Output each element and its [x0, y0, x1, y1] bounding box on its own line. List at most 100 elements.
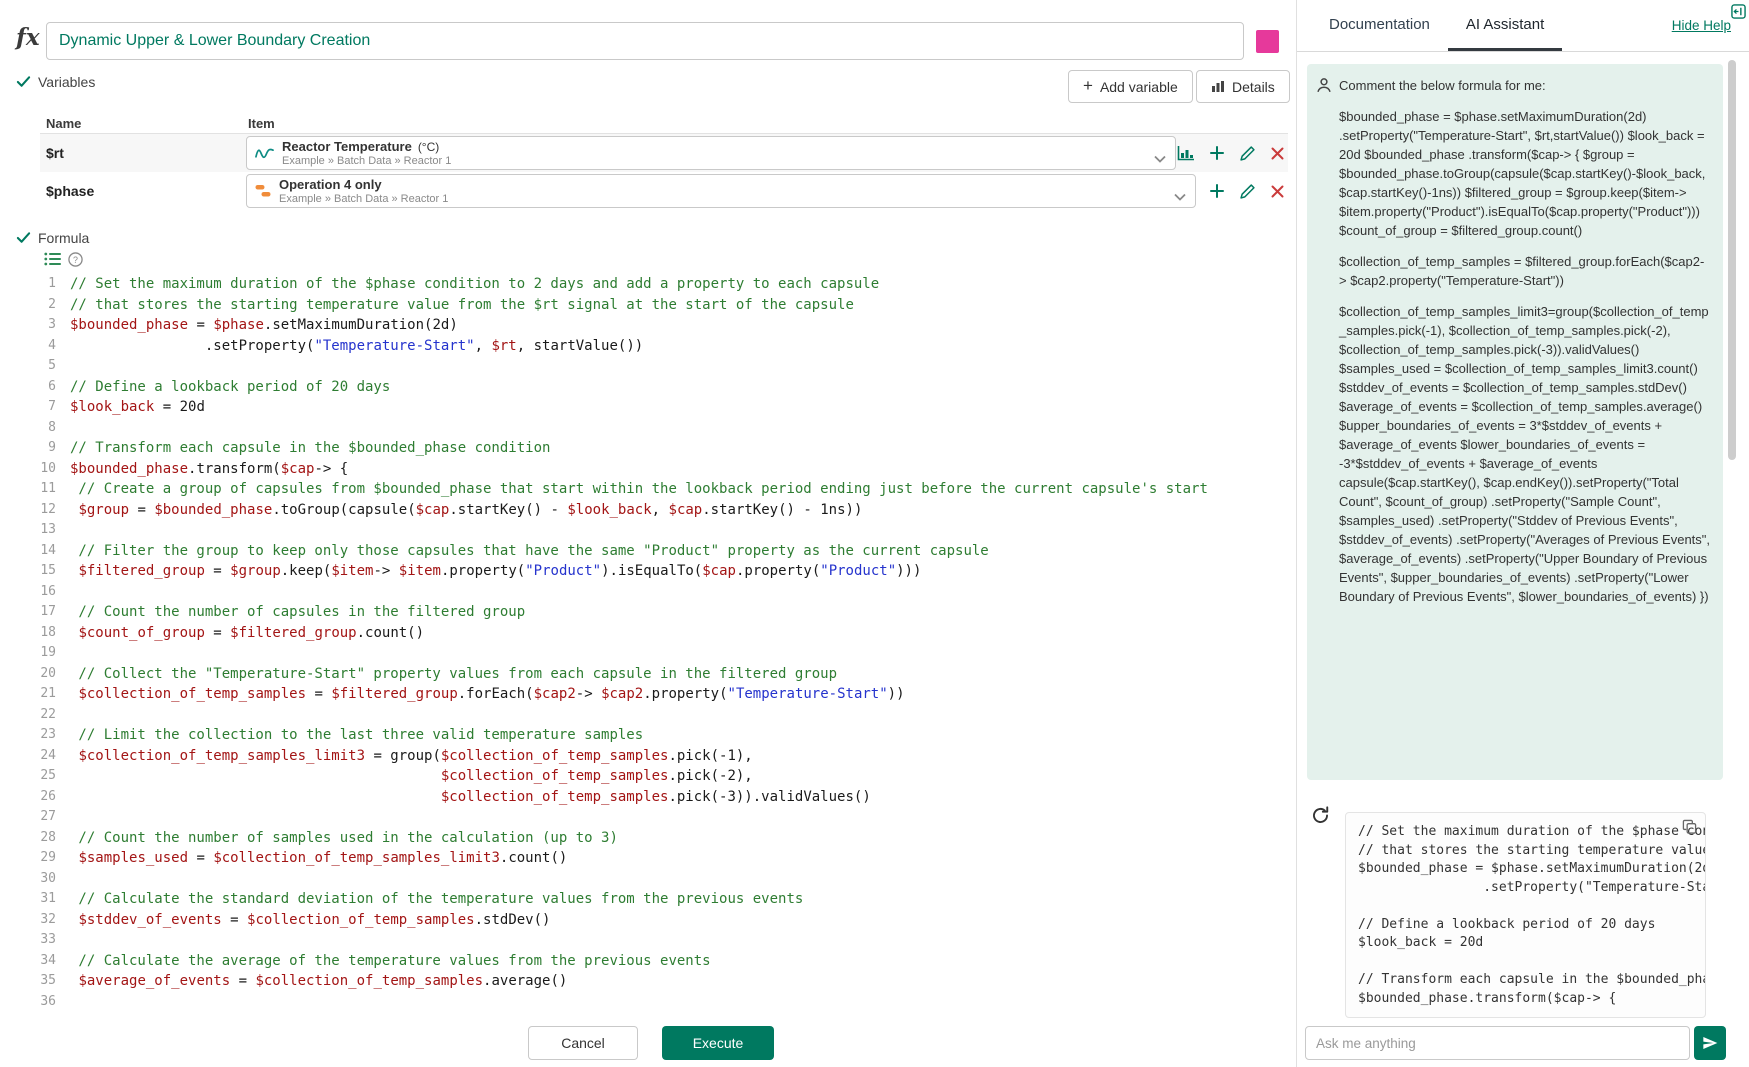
line-number: 19 — [40, 643, 70, 664]
signal-icon — [255, 146, 274, 161]
item-title: Operation 4 only — [279, 178, 382, 192]
formula-editor[interactable]: 1// Set the maximum duration of the $pha… — [40, 274, 1288, 1014]
ai-assistant-icon — [1311, 806, 1330, 830]
code-line: 11 // Create a group of capsules from $b… — [40, 479, 1288, 500]
chat-scrollbar[interactable] — [1728, 60, 1736, 460]
code-line: 3$bounded_phase = $phase.setMaximumDurat… — [40, 315, 1288, 336]
code-line: 6// Define a lookback period of 20 days — [40, 377, 1288, 398]
user-message-paragraph: $bounded_phase = $phase.setMaximumDurati… — [1339, 107, 1711, 240]
line-number: 15 — [40, 561, 70, 582]
item-select-rt[interactable]: Reactor Temperature (°C) Example » Batch… — [246, 136, 1176, 170]
line-number: 33 — [40, 930, 70, 951]
formula-fx-icon: fx — [16, 24, 40, 51]
add-icon[interactable] — [1210, 184, 1224, 198]
user-message-paragraph: $collection_of_temp_samples = $filtered_… — [1339, 252, 1711, 290]
formula-tool-window: fx Variables + Add variable Details Name… — [0, 0, 1749, 1067]
tab-ai-assistant[interactable]: AI Assistant — [1448, 0, 1562, 51]
line-number: 24 — [40, 746, 70, 767]
line-number: 1 — [40, 274, 70, 295]
code-line: 20 // Collect the "Temperature-Start" pr… — [40, 664, 1288, 685]
svg-text:?: ? — [73, 255, 78, 265]
line-number: 30 — [40, 869, 70, 890]
item-path: Example » Batch Data » Reactor 1 — [282, 155, 451, 167]
code-line: 27 — [40, 807, 1288, 828]
line-number: 7 — [40, 397, 70, 418]
column-header-name: Name — [46, 116, 81, 131]
code-line: 31 // Calculate the standard deviation o… — [40, 889, 1288, 910]
code-line: 24 $collection_of_temp_samples_limit3 = … — [40, 746, 1288, 767]
tab-documentation[interactable]: Documentation — [1311, 0, 1448, 51]
line-number: 27 — [40, 807, 70, 828]
user-message-prompt: Comment the below formula for me: — [1339, 76, 1711, 95]
condition-icon — [255, 184, 271, 198]
hide-help-link[interactable]: Hide Help — [1672, 18, 1731, 33]
line-number: 5 — [40, 356, 70, 377]
code-line: 33 — [40, 930, 1288, 951]
variable-row-phase: $phase Operation 4 only Example » Batch … — [40, 172, 1288, 210]
user-message-paragraphs: $bounded_phase = $phase.setMaximumDurati… — [1339, 107, 1711, 606]
help-panel: Documentation AI Assistant Hide Help Com… — [1296, 0, 1749, 1067]
code-line: 19 — [40, 643, 1288, 664]
item-unit: (°C) — [418, 140, 439, 154]
line-number: 31 — [40, 889, 70, 910]
code-line: 35 $average_of_events = $collection_of_t… — [40, 971, 1288, 992]
line-number: 20 — [40, 664, 70, 685]
code-line: 4 .setProperty("Temperature-Start", $rt,… — [40, 336, 1288, 357]
execute-button[interactable]: Execute — [662, 1026, 774, 1060]
remove-x-icon[interactable] — [1271, 147, 1284, 160]
code-line: 29 $samples_used = $collection_of_temp_s… — [40, 848, 1288, 869]
color-swatch-button[interactable] — [1256, 30, 1279, 53]
code-line: 2// that stores the starting temperature… — [40, 295, 1288, 316]
item-select-phase[interactable]: Operation 4 only Example » Batch Data » … — [246, 174, 1196, 208]
line-number: 35 — [40, 971, 70, 992]
formula-title-input[interactable] — [46, 22, 1244, 60]
variables-section-label: Variables — [38, 74, 95, 90]
variable-name: $phase — [46, 172, 94, 210]
line-number: 2 — [40, 295, 70, 316]
add-variable-button[interactable]: + Add variable — [1068, 70, 1193, 103]
details-button[interactable]: Details — [1196, 70, 1290, 103]
line-number: 29 — [40, 848, 70, 869]
code-line: 28 // Count the number of samples used i… — [40, 828, 1288, 849]
send-button[interactable] — [1694, 1026, 1726, 1060]
ask-input[interactable] — [1305, 1026, 1690, 1060]
line-number: 17 — [40, 602, 70, 623]
cancel-button[interactable]: Cancel — [528, 1026, 638, 1060]
line-number: 21 — [40, 684, 70, 705]
collapse-help-icon[interactable] — [1731, 4, 1746, 22]
code-line: 12 $group = $bounded_phase.toGroup(capsu… — [40, 500, 1288, 521]
code-line: 10$bounded_phase.transform($cap-> { — [40, 459, 1288, 480]
line-number: 28 — [40, 828, 70, 849]
code-line: 13 — [40, 520, 1288, 541]
copy-icon[interactable] — [1682, 819, 1697, 837]
line-number: 8 — [40, 418, 70, 439]
line-number: 11 — [40, 479, 70, 500]
add-icon[interactable] — [1210, 146, 1224, 160]
code-line: 30 — [40, 869, 1288, 890]
formula-check-icon — [16, 230, 32, 246]
line-number: 6 — [40, 377, 70, 398]
bar-chart-icon — [1211, 80, 1225, 93]
line-number: 23 — [40, 725, 70, 746]
code-line: 26 $collection_of_temp_samples.pick(-3))… — [40, 787, 1288, 808]
line-number: 16 — [40, 582, 70, 603]
help-question-icon[interactable]: ? — [68, 252, 83, 270]
code-line: 36 — [40, 992, 1288, 1013]
assistant-code-pre: // Set the maximum duration of the $phas… — [1358, 823, 1693, 1008]
code-line: 32 $stddev_of_events = $collection_of_te… — [40, 910, 1288, 931]
line-number: 9 — [40, 438, 70, 459]
paper-plane-icon — [1702, 1035, 1718, 1051]
remove-x-icon[interactable] — [1271, 185, 1284, 198]
line-number: 10 — [40, 459, 70, 480]
trend-preview-icon[interactable] — [1177, 146, 1194, 161]
line-number: 13 — [40, 520, 70, 541]
edit-pencil-icon[interactable] — [1240, 146, 1255, 161]
formula-documentation-icon[interactable] — [44, 252, 61, 269]
item-path: Example » Batch Data » Reactor 1 — [279, 193, 448, 205]
line-number: 36 — [40, 992, 70, 1013]
code-line: 22 — [40, 705, 1288, 726]
code-line: 23 // Limit the collection to the last t… — [40, 725, 1288, 746]
code-line: 9// Transform each capsule in the $bound… — [40, 438, 1288, 459]
line-number: 32 — [40, 910, 70, 931]
edit-pencil-icon[interactable] — [1240, 184, 1255, 199]
